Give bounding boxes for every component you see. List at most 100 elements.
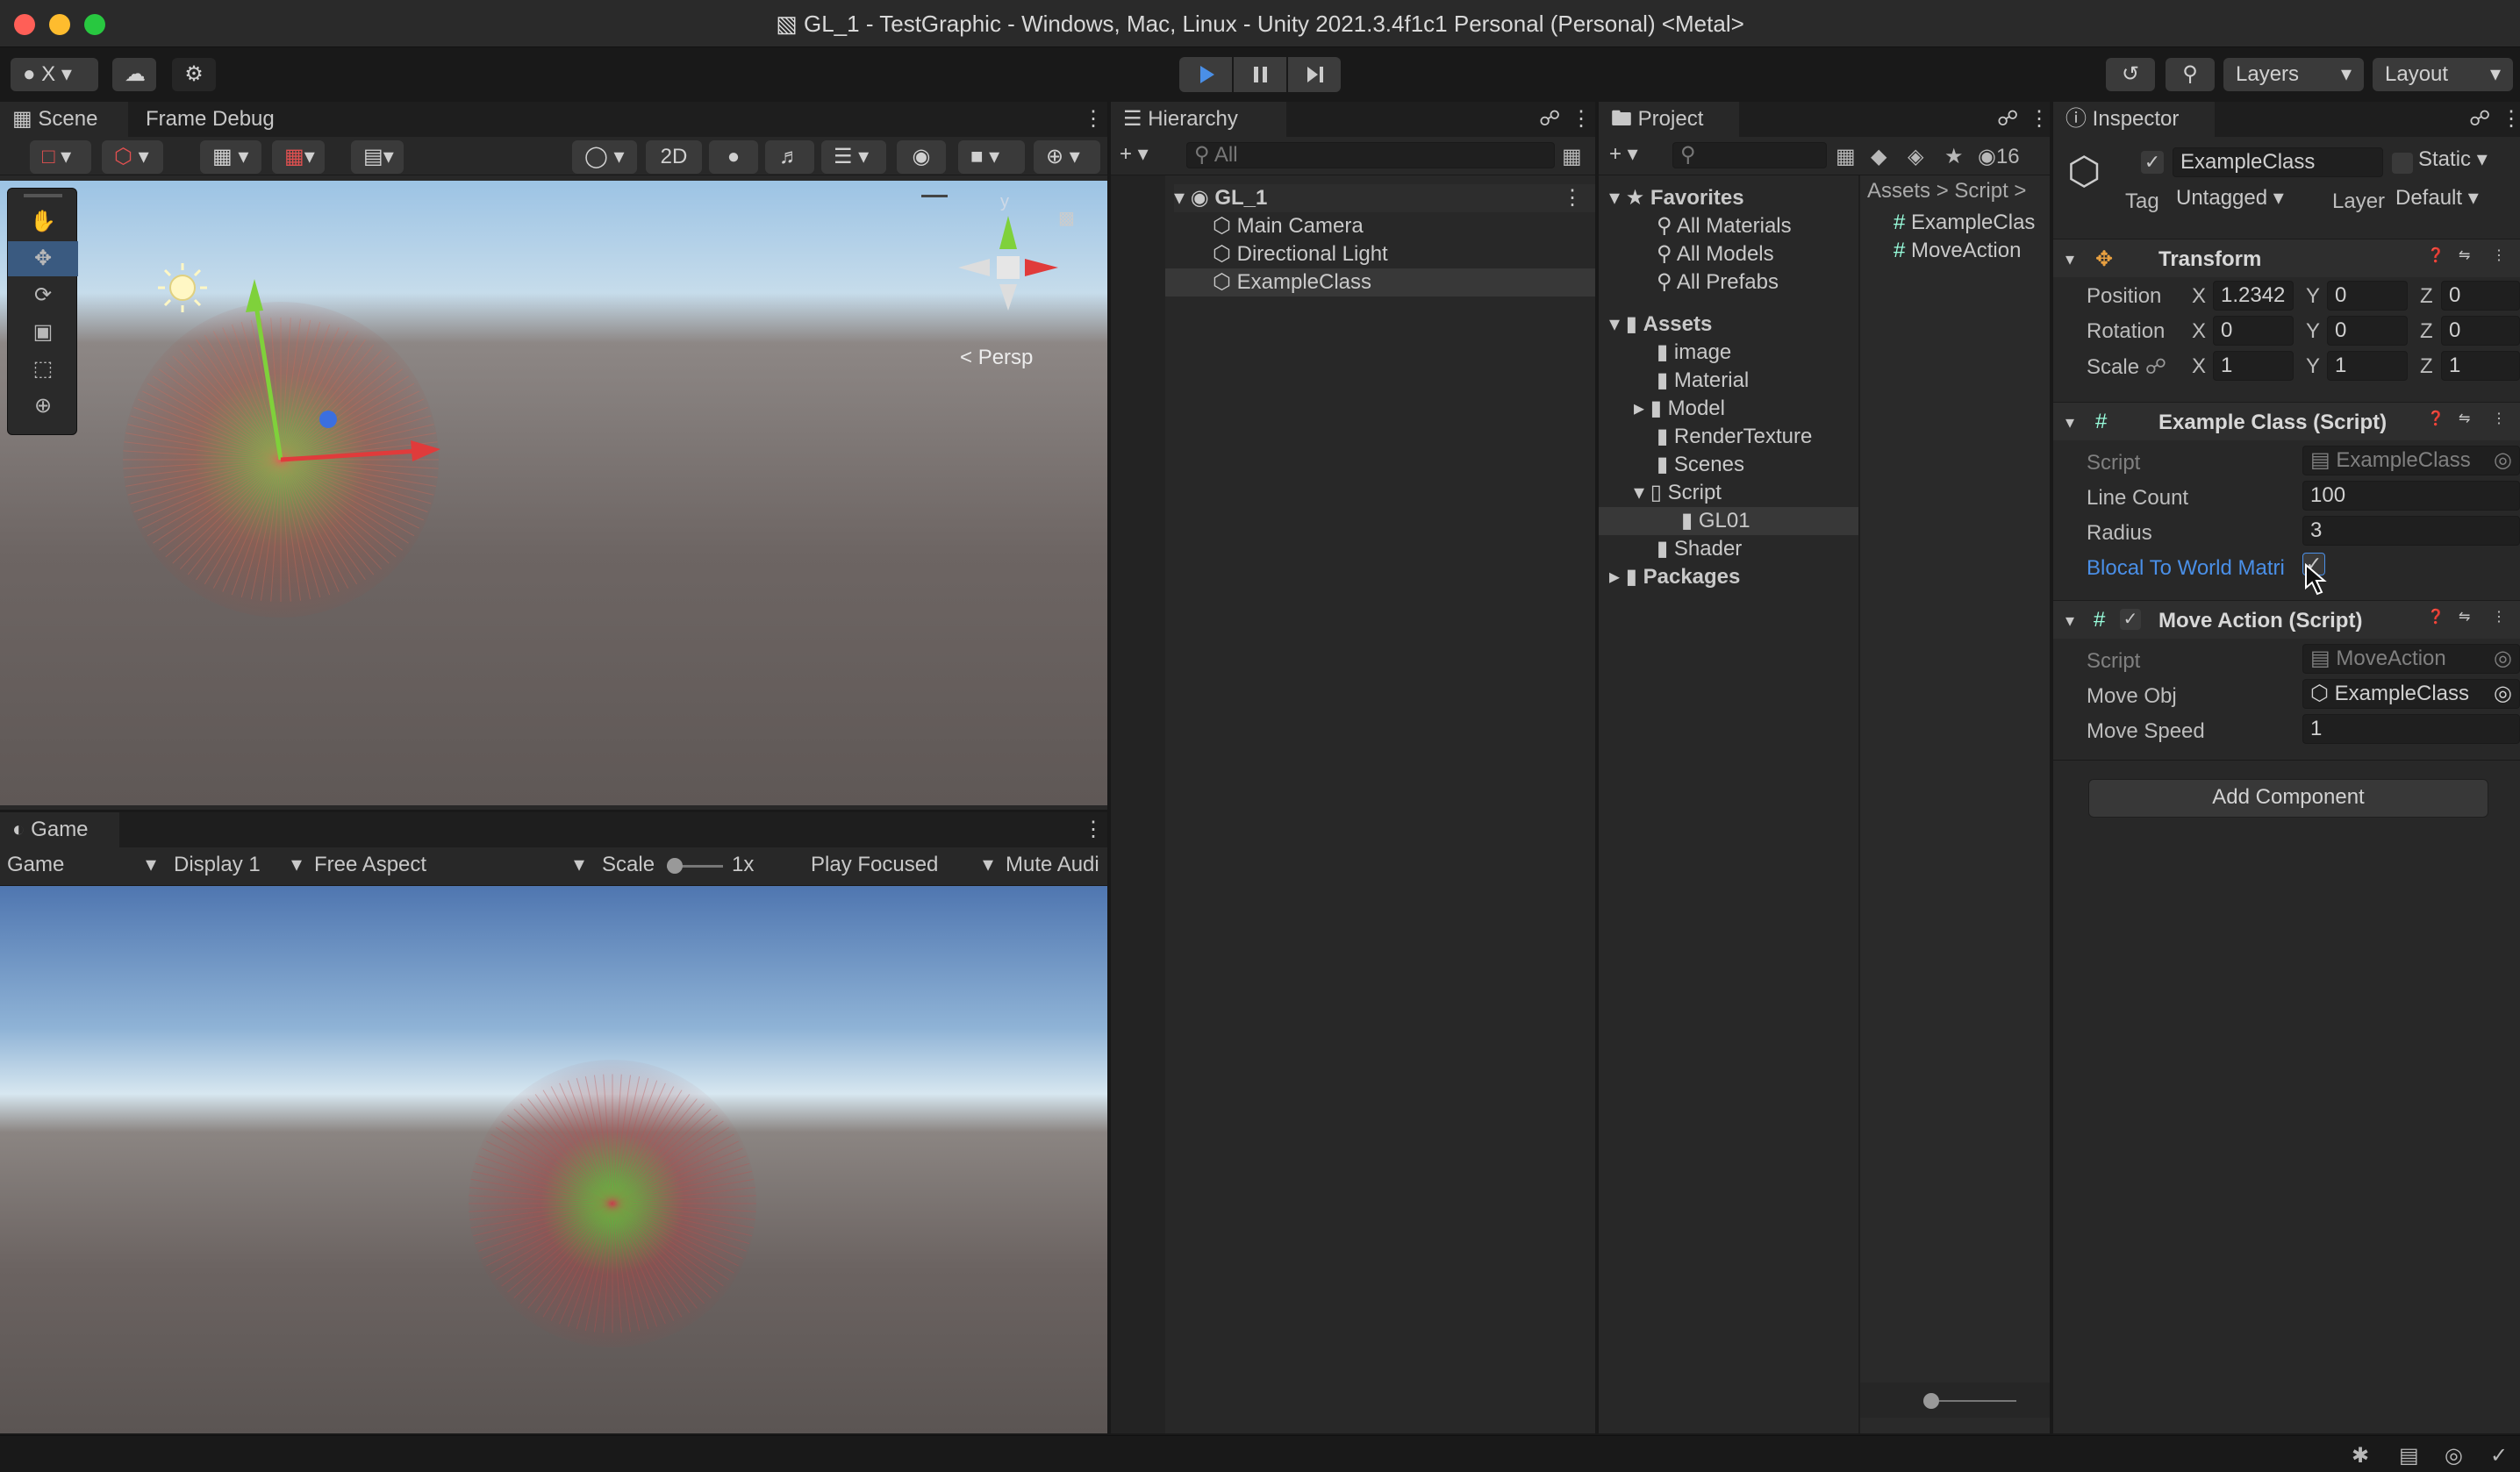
gameobject-large-icon[interactable]: ⬡: [2067, 149, 2101, 194]
progress-icon[interactable]: ◎: [2445, 1443, 2463, 1468]
play-button[interactable]: [1179, 57, 1232, 92]
help-icon[interactable]: ❓: [2427, 410, 2445, 427]
layers-dropdown[interactable]: Layers ▾: [2223, 58, 2364, 91]
tag-dropdown[interactable]: Untagged ▾: [2176, 181, 2308, 216]
aspect-dropdown[interactable]: Free Aspect ▾: [314, 847, 584, 882]
rotate-tool-icon[interactable]: ⟳: [8, 278, 78, 313]
project-search-input[interactable]: ⚲: [1672, 142, 1827, 168]
search-by-label-icon[interactable]: ◈: [1908, 144, 1923, 169]
folder-rendertexture[interactable]: ▮ RenderTexture: [1657, 423, 1812, 451]
move-action-script-field[interactable]: ▤ MoveAction ◎: [2302, 644, 2520, 674]
folder-shader[interactable]: ▮ Shader: [1657, 535, 1742, 563]
cache-icon[interactable]: ▤: [2399, 1443, 2419, 1468]
project-menu-button[interactable]: ⋮: [2016, 102, 2050, 137]
object-name-field[interactable]: ExampleClass: [2173, 147, 2383, 177]
assets-header[interactable]: ▾ ▮ Assets: [1609, 311, 1712, 339]
move-tool-icon[interactable]: ✥: [8, 241, 78, 276]
component-menu-icon[interactable]: ⋮: [2492, 410, 2506, 427]
audio-toggle[interactable]: ♬: [765, 140, 814, 174]
folder-material[interactable]: ▮ Material: [1657, 367, 1749, 395]
preset-icon[interactable]: ⇋: [2459, 608, 2470, 625]
hierarchy-item-main-camera[interactable]: ⬡ Main Camera: [1213, 212, 1364, 240]
snap-dropdown[interactable]: ▦▾: [272, 140, 325, 174]
inspector-menu-button[interactable]: ⋮: [2488, 102, 2520, 137]
hand-tool-icon[interactable]: ✋: [8, 204, 78, 239]
scene-camera-dropdown[interactable]: ■ ▾: [958, 140, 1025, 174]
auto-generate-icon[interactable]: ✓: [2490, 1443, 2508, 1468]
scale-z-label[interactable]: Z: [2420, 354, 2433, 379]
lighting-toggle[interactable]: ●: [709, 140, 758, 174]
tab-game[interactable]: ◐ Game: [0, 812, 119, 847]
favorite-all-prefabs[interactable]: ⚲ All Prefabs: [1657, 268, 1779, 297]
folder-model[interactable]: ▸ ▮ Model: [1634, 395, 1725, 423]
move-action-enabled-checkbox[interactable]: ✓: [2120, 609, 2141, 630]
scale-x-label[interactable]: X: [2192, 354, 2206, 379]
scale-slider[interactable]: [667, 858, 723, 874]
rot-x-field[interactable]: 0: [2213, 316, 2294, 346]
game-viewport[interactable]: [0, 886, 1107, 1433]
pause-button[interactable]: [1234, 57, 1286, 92]
tab-frame-debug[interactable]: Frame Debug: [133, 102, 300, 137]
add-component-button[interactable]: Add Component: [2088, 779, 2488, 818]
radius-field[interactable]: 3: [2302, 516, 2520, 546]
display-dropdown[interactable]: Display 1 ▾: [174, 847, 302, 882]
shading-dropdown[interactable]: ⬡ ▾: [102, 140, 163, 174]
preset-icon[interactable]: ⇋: [2459, 247, 2470, 264]
object-picker-icon[interactable]: ◎: [2494, 645, 2512, 673]
rot-y-label[interactable]: Y: [2306, 319, 2320, 344]
rot-z-label[interactable]: Z: [2420, 319, 2433, 344]
scale-tool-icon[interactable]: ▣: [8, 315, 78, 350]
object-picker-icon[interactable]: ◎: [2494, 680, 2512, 708]
pos-x-field[interactable]: 1.2342: [2213, 281, 2294, 311]
camera-mode-dropdown[interactable]: ◯ ▾: [572, 140, 637, 174]
search-button[interactable]: ⚲: [2166, 58, 2215, 91]
inspector-lock-icon[interactable]: ☍: [2457, 102, 2490, 137]
transform-tool-icon[interactable]: ⊕: [8, 389, 78, 424]
rot-x-label[interactable]: X: [2192, 319, 2206, 344]
hierarchy-add-button[interactable]: + ▾: [1120, 137, 1169, 172]
hierarchy-item-directional-light[interactable]: ⬡ Directional Light: [1213, 240, 1388, 268]
scale-y-label[interactable]: Y: [2306, 354, 2320, 379]
transform-header[interactable]: ▾ ✥ Transform ❓ ⇋ ⋮: [2053, 239, 2520, 277]
pos-y-label[interactable]: Y: [2306, 284, 2320, 309]
favorite-all-models[interactable]: ⚲ All Models: [1657, 240, 1774, 268]
pos-y-field[interactable]: 0: [2327, 281, 2408, 311]
help-icon[interactable]: ❓: [2427, 247, 2445, 264]
link-icon[interactable]: ☍: [2145, 355, 2166, 379]
file-exampleclass[interactable]: # ExampleClas: [1894, 209, 2050, 237]
project-breadcrumb[interactable]: Assets > Script >: [1867, 177, 2048, 205]
project-add-button[interactable]: + ▾: [1609, 137, 1658, 172]
history-button[interactable]: ↺: [2106, 58, 2155, 91]
hidden-packages-toggle[interactable]: ◉16: [1978, 144, 2020, 169]
component-menu-icon[interactable]: ⋮: [2492, 247, 2506, 264]
search-by-type-icon[interactable]: ◆: [1871, 144, 1886, 169]
scene-viewport[interactable]: y < Persp ▩: [0, 181, 1107, 805]
active-checkbox[interactable]: ✓: [2141, 151, 2164, 174]
folder-image[interactable]: ▮ image: [1657, 339, 1731, 367]
pos-z-field[interactable]: 0: [2441, 281, 2520, 311]
orientation-gizmo[interactable]: [958, 216, 1058, 311]
viewport-drag-handle[interactable]: [921, 195, 948, 197]
project-filter-icon[interactable]: ▦: [1836, 144, 1856, 169]
hierarchy-scene-root[interactable]: ▾ ◉ GL_1 ⋮: [1174, 184, 1595, 212]
folder-gl01[interactable]: ▮ GL01: [1599, 507, 1858, 535]
rect-tool-icon[interactable]: ⬚: [8, 352, 78, 387]
scale-y-field[interactable]: 1: [2327, 351, 2408, 381]
draw-mode-dropdown[interactable]: □ ▾: [30, 140, 91, 174]
lock-icon[interactable]: ▩: [1058, 207, 1075, 229]
project-lock-icon[interactable]: ☍: [1985, 102, 2018, 137]
pos-z-label[interactable]: Z: [2420, 284, 2433, 309]
move-speed-field[interactable]: 1: [2302, 714, 2520, 744]
tab-inspector[interactable]: ⓘ Inspector: [2053, 102, 2215, 137]
packages-header[interactable]: ▸ ▮ Packages: [1609, 563, 1740, 591]
z-axis-handle[interactable]: [319, 411, 337, 428]
static-dropdown[interactable]: Static ▾: [2418, 142, 2518, 177]
help-icon[interactable]: ❓: [2427, 608, 2445, 625]
component-menu-icon[interactable]: ⋮: [2492, 608, 2506, 625]
overlay-handle[interactable]: [24, 194, 62, 197]
tab-hierarchy[interactable]: ☰ Hierarchy: [1111, 102, 1286, 137]
hierarchy-lock-icon[interactable]: ☍: [1527, 102, 1560, 137]
scene-menu-button[interactable]: ⋮: [1070, 102, 1104, 137]
layer-dropdown[interactable]: Default ▾: [2395, 181, 2518, 216]
effects-dropdown[interactable]: ☰ ▾: [821, 140, 886, 174]
